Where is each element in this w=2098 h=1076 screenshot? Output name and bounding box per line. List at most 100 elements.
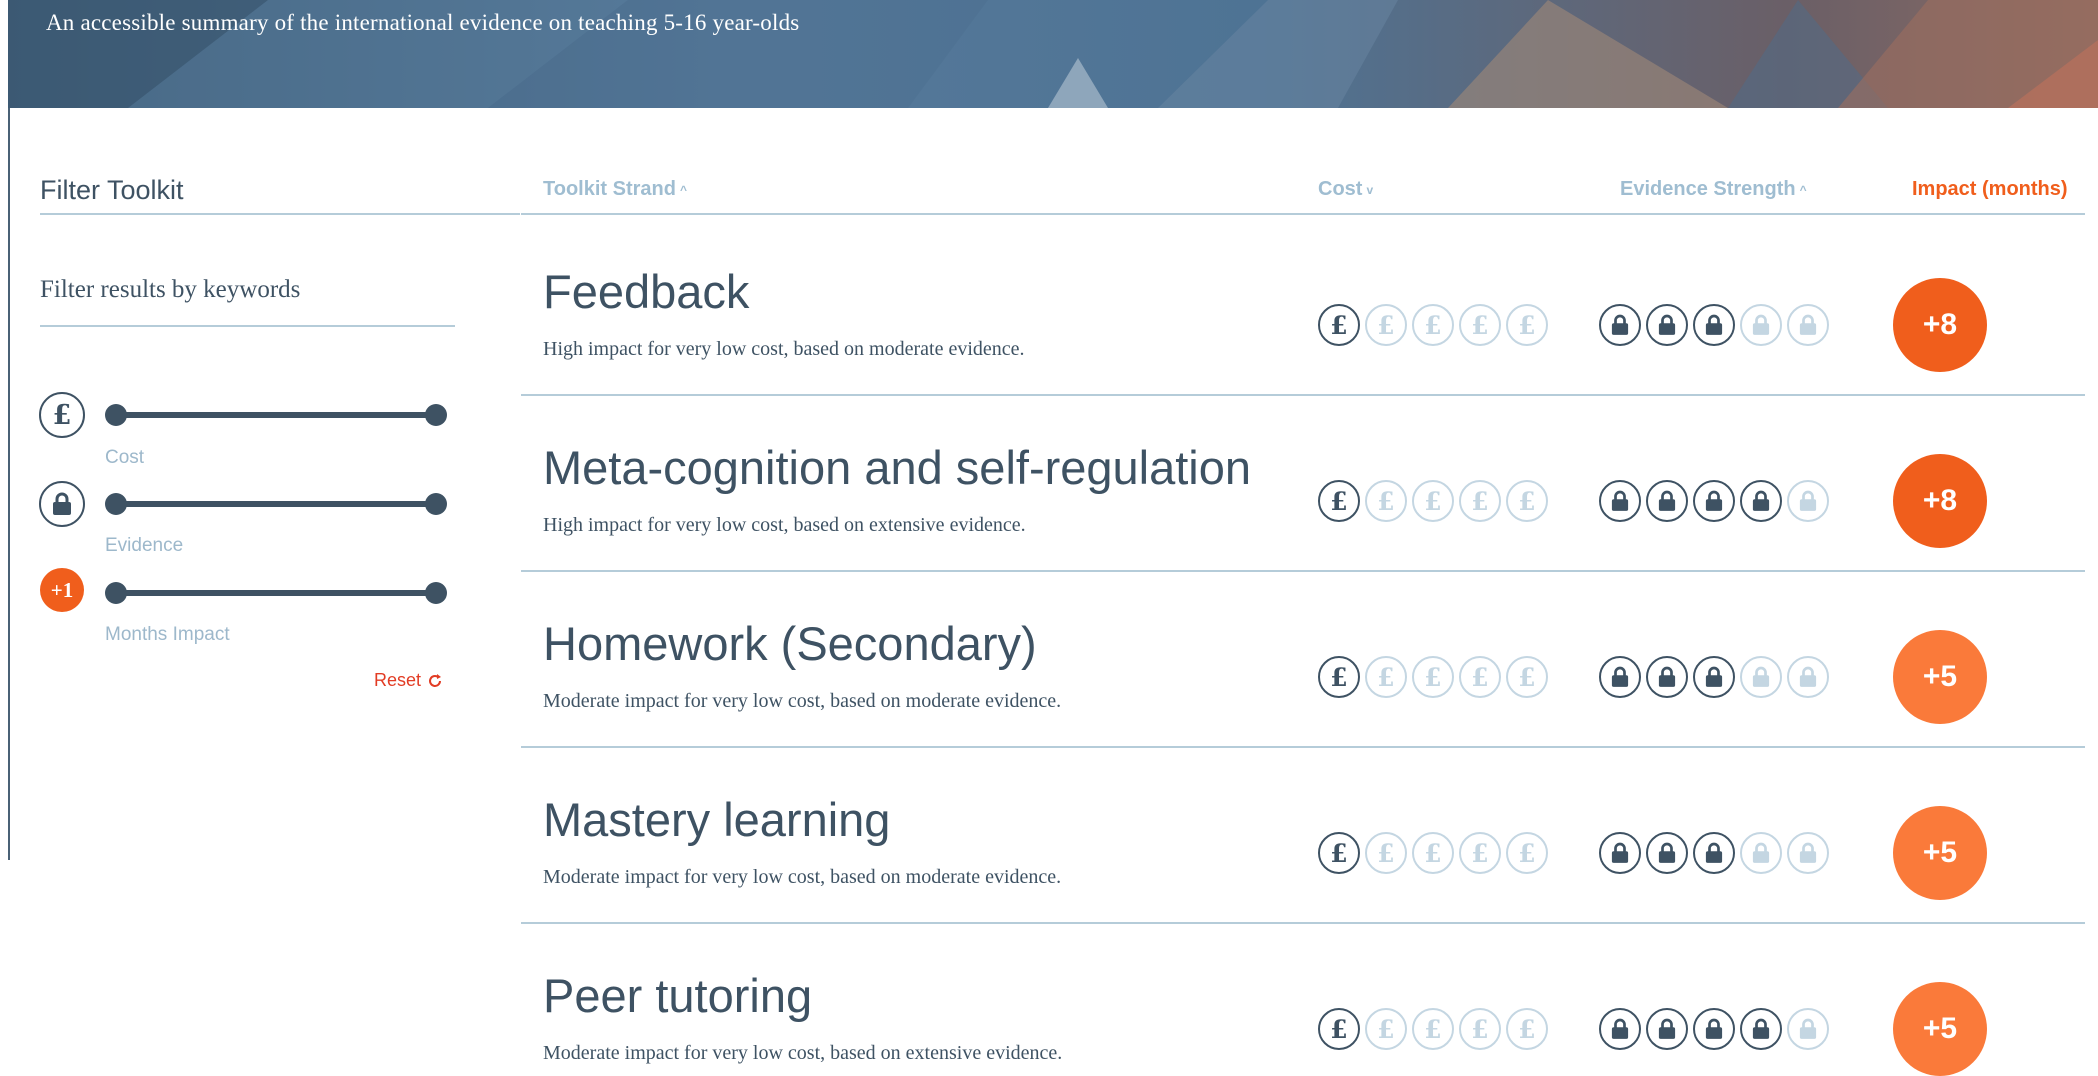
pound-icon: £ <box>1506 1008 1548 1050</box>
pound-icon: £ <box>1459 832 1501 874</box>
pound-icon: £ <box>1365 304 1407 346</box>
reset-label: Reset <box>374 670 422 690</box>
lock-icon <box>1787 480 1829 522</box>
cost-slider-label: Cost <box>105 447 145 468</box>
cost-rating: £ £ £ £ £ <box>1318 304 1548 346</box>
lock-icon <box>1646 480 1688 522</box>
lock-icon <box>1599 304 1641 346</box>
lock-icon <box>1693 656 1735 698</box>
lock-icon <box>1740 304 1782 346</box>
cost-rating: £ £ £ £ £ <box>1318 480 1548 522</box>
row-divider <box>521 394 2085 396</box>
lock-icon <box>1740 832 1782 874</box>
strand-title[interactable]: Mastery learning <box>543 792 890 847</box>
impact-months-header: Impact (months) <box>1912 178 2068 200</box>
sort-toolkit-strand[interactable]: Toolkit Strand ^ <box>543 178 687 201</box>
impact-badge: +5 <box>1893 630 1987 724</box>
cost-slider-track[interactable] <box>116 412 436 418</box>
lock-icon <box>1646 832 1688 874</box>
pound-icon: £ <box>1365 656 1407 698</box>
pound-icon: £ <box>1365 1008 1407 1050</box>
impact-slider-min-handle[interactable] <box>105 582 127 604</box>
evidence-rating <box>1599 832 1829 874</box>
lock-icon <box>1693 304 1735 346</box>
pound-icon: £ <box>1459 304 1501 346</box>
lock-icon <box>1740 480 1782 522</box>
pound-icon: £ <box>1506 656 1548 698</box>
pound-icon: £ <box>39 392 85 438</box>
evidence-rating <box>1599 1008 1829 1050</box>
pound-icon: £ <box>1365 832 1407 874</box>
pound-icon: £ <box>1318 656 1360 698</box>
pound-icon: £ <box>1412 304 1454 346</box>
strand-description: High impact for very low cost, based on … <box>543 514 1026 536</box>
chevron-up-icon: ^ <box>1799 182 1807 197</box>
row-divider <box>521 570 2085 572</box>
evidence-slider-min-handle[interactable] <box>105 493 127 515</box>
lock-icon <box>1693 1008 1735 1050</box>
pound-icon: £ <box>1459 656 1501 698</box>
lock-icon <box>39 481 85 527</box>
sidebar-border <box>8 108 10 860</box>
impact-badge: +8 <box>1893 278 1987 372</box>
cost-header: Cost <box>1318 178 1363 200</box>
lock-icon <box>1646 304 1688 346</box>
evidence-rating <box>1599 480 1829 522</box>
row-divider <box>521 746 2085 748</box>
lock-icon <box>1693 480 1735 522</box>
impact-badge: +5 <box>1893 982 1987 1076</box>
lock-icon <box>1599 480 1641 522</box>
lock-icon <box>1740 656 1782 698</box>
row-divider <box>521 922 2085 924</box>
strand-description: Moderate impact for very low cost, based… <box>543 1042 1063 1064</box>
sort-evidence-strength[interactable]: Evidence Strength ^ <box>1620 178 1807 201</box>
strand-title[interactable]: Feedback <box>543 264 749 319</box>
impact-slider-label: Months Impact <box>105 624 230 645</box>
impact-slider-max-handle[interactable] <box>425 582 447 604</box>
lock-glyph <box>53 492 71 515</box>
cost-slider-min-handle[interactable] <box>105 404 127 426</box>
strand-description: Moderate impact for very low cost, based… <box>543 690 1062 712</box>
lock-icon <box>1599 1008 1641 1050</box>
cost-slider-max-handle[interactable] <box>425 404 447 426</box>
pound-icon: £ <box>1459 1008 1501 1050</box>
sort-impact-months[interactable]: Impact (months) <box>1912 178 2068 201</box>
impact-badge-icon: +1 <box>40 568 84 612</box>
strand-title[interactable]: Meta-cognition and self-regulation <box>543 440 1251 495</box>
strand-title[interactable]: Homework (Secondary) <box>543 616 1037 671</box>
lock-icon <box>1693 832 1735 874</box>
pound-icon: £ <box>1318 1008 1360 1050</box>
pound-icon: £ <box>1365 480 1407 522</box>
filter-toolkit-title: Filter Toolkit <box>40 175 184 205</box>
strand-title[interactable]: Peer tutoring <box>543 968 812 1023</box>
lock-icon <box>1787 656 1829 698</box>
reset-button[interactable]: Reset <box>374 670 443 691</box>
evidence-slider-max-handle[interactable] <box>425 493 447 515</box>
cost-rating: £ £ £ £ £ <box>1318 832 1548 874</box>
header-divider-left <box>40 213 520 215</box>
evidence-slider-track[interactable] <box>116 501 436 507</box>
header-banner: An accessible summary of the internation… <box>8 0 2098 108</box>
pound-icon: £ <box>1412 832 1454 874</box>
toolkit-strand-header: Toolkit Strand <box>543 178 676 200</box>
pound-icon: £ <box>1506 480 1548 522</box>
pound-icon: £ <box>1318 832 1360 874</box>
pound-icon: £ <box>1459 480 1501 522</box>
impact-badge: +8 <box>1893 454 1987 548</box>
refresh-icon <box>429 673 442 687</box>
sort-cost[interactable]: Cost v <box>1318 178 1373 201</box>
chevron-up-icon: ^ <box>679 182 687 197</box>
keywords-divider <box>40 325 455 327</box>
evidence-slider-label: Evidence <box>105 535 184 556</box>
evidence-rating <box>1599 304 1829 346</box>
lock-icon <box>1787 304 1829 346</box>
pound-icon: £ <box>1506 832 1548 874</box>
filter-keywords-link[interactable]: Filter results by keywords <box>40 276 300 304</box>
lock-icon <box>1646 1008 1688 1050</box>
banner-subtitle: An accessible summary of the internation… <box>46 10 800 35</box>
lock-icon <box>1740 1008 1782 1050</box>
impact-slider-track[interactable] <box>116 590 436 596</box>
pound-icon: £ <box>1506 304 1548 346</box>
cost-rating: £ £ £ £ £ <box>1318 1008 1548 1050</box>
evidence-rating <box>1599 656 1829 698</box>
